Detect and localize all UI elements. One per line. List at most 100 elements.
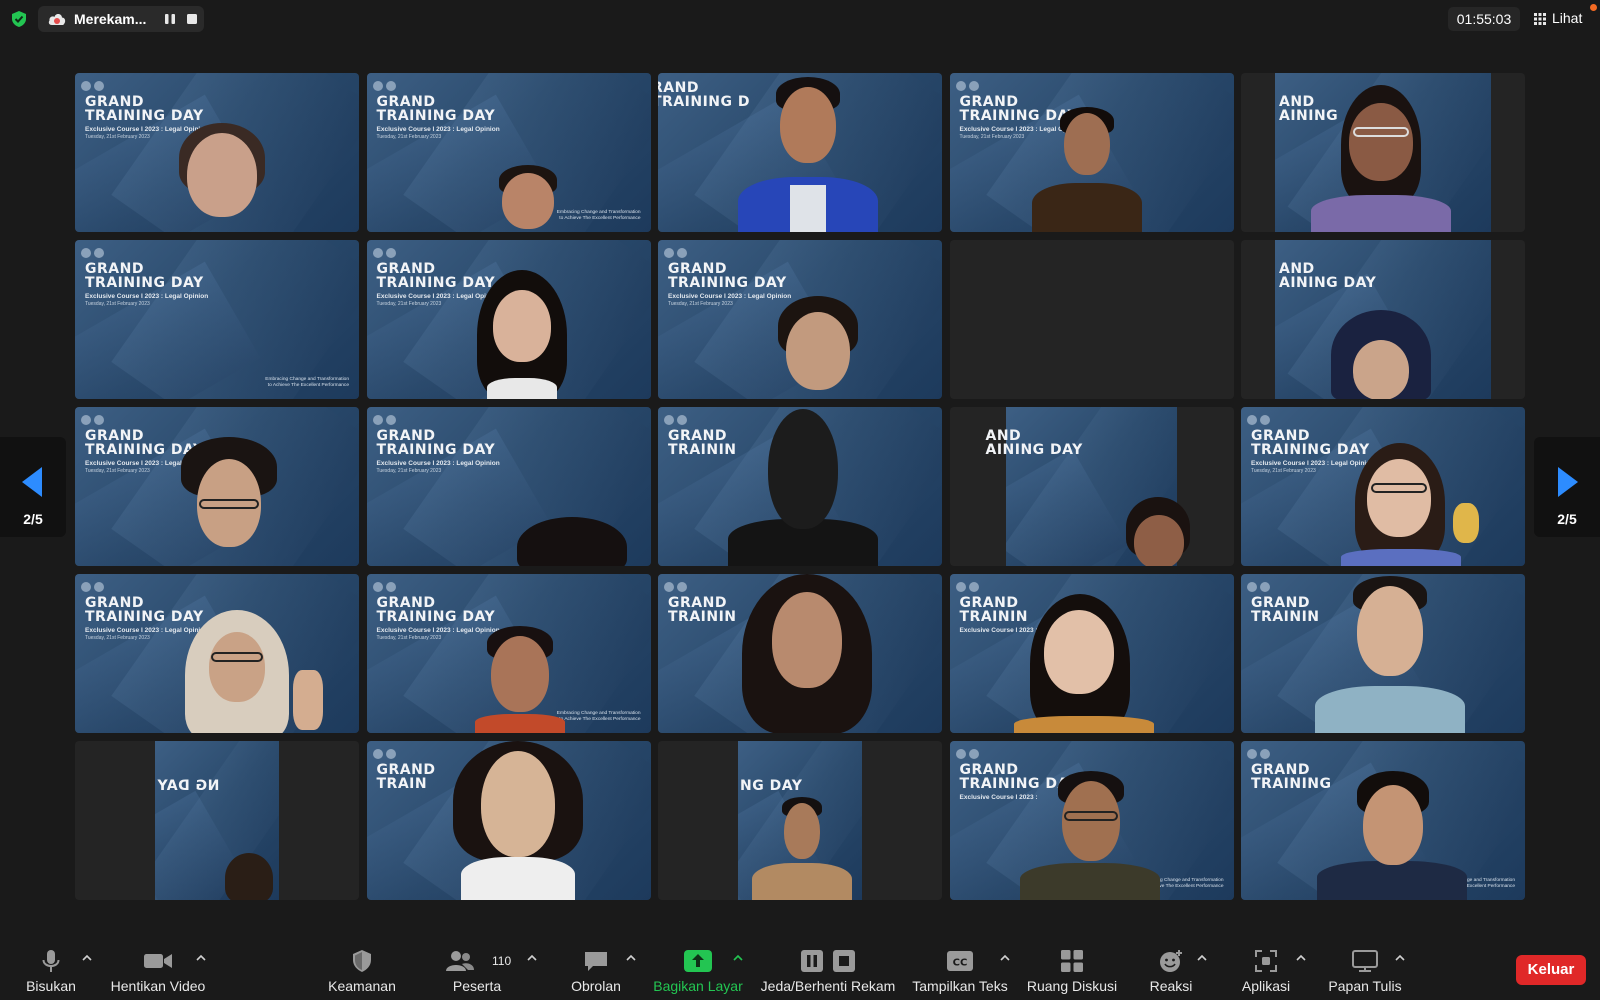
meeting-top-bar: Merekam... 01:55:03 Lihat — [0, 0, 1600, 38]
video-tile[interactable]: GRAND TRAININ — [1241, 574, 1525, 733]
chevron-up-icon[interactable] — [196, 954, 206, 961]
whiteboard-label: Papan Tulis — [1328, 978, 1402, 994]
banner-title-1: GRAND — [668, 595, 727, 611]
chevron-up-icon[interactable] — [733, 954, 743, 961]
chevron-up-icon[interactable] — [1296, 954, 1306, 961]
chevron-up-icon[interactable] — [626, 954, 636, 961]
banner-title-2: AINING DAY — [1279, 275, 1377, 291]
banner-title-2: TRAINING DAY — [376, 108, 496, 124]
video-tile[interactable]: GRAND TRAININ Exclusive Course I 2023 : … — [949, 574, 1234, 733]
view-button[interactable]: Lihat — [1528, 7, 1592, 31]
banner-date: Tuesday, 21st February 2023 — [376, 468, 442, 474]
logo-icons — [1247, 412, 1275, 425]
logo-icons — [1247, 579, 1275, 592]
banner-title-1: GRAND — [668, 428, 727, 444]
breakout-rooms-label: Ruang Diskusi — [1026, 978, 1118, 994]
banner-title-2: TRAININ — [668, 609, 737, 625]
pause-stop-recording-button[interactable]: Jeda/Berhenti Rekam — [758, 940, 898, 1000]
chat-label: Obrolan — [571, 978, 621, 994]
participant-video — [738, 77, 878, 232]
banner-subtitle: Exclusive Course I 2023 : Legal Opinion — [376, 460, 500, 467]
video-tile[interactable]: GRAND TRAINING DAY Exclusive Course I 20… — [1241, 407, 1525, 566]
microphone-icon — [42, 950, 60, 972]
chevron-up-icon[interactable] — [82, 954, 92, 961]
pause-icon — [801, 950, 823, 972]
banner-title-1: GRAND — [376, 428, 436, 444]
share-screen-button[interactable]: Bagikan Layar — [650, 940, 746, 1000]
mute-button[interactable]: Bisukan — [18, 940, 84, 1000]
chevron-up-icon[interactable] — [1000, 954, 1010, 961]
stop-recording-icon[interactable] — [184, 11, 200, 27]
chevron-up-icon[interactable] — [1197, 954, 1207, 961]
video-tile[interactable]: GRAND TRAINING DAY Exclusive Course I 20… — [75, 73, 359, 232]
video-tile[interactable]: GRAND TRAINING DAY Exclusive Course I 20… — [366, 240, 651, 399]
video-tile[interactable]: GRAND TRAINING DAY Exclusive Course I 20… — [366, 574, 651, 733]
video-tile[interactable]: NG DAY — [75, 741, 359, 900]
participant-video — [768, 296, 868, 399]
event-banner-mirrored: NG DAY — [157, 778, 219, 794]
whiteboard-button[interactable]: Papan Tulis — [1320, 940, 1410, 1000]
banner-title-1: AND — [985, 428, 1022, 444]
participant-video — [1341, 443, 1481, 566]
banner-title-1: RAND — [658, 80, 699, 96]
video-tile[interactable]: GRAND TRAININ — [658, 407, 942, 566]
video-tile[interactable]: GRAND TRAINING DAY Exclusive Course I 20… — [658, 240, 942, 399]
next-page-button[interactable]: 2/5 — [1534, 437, 1600, 537]
participants-icon — [446, 951, 474, 971]
pause-recording-icon[interactable] — [162, 11, 178, 27]
logo-icons — [372, 746, 401, 759]
event-banner: GRAND TRAINING DAY Exclusive Course I 20… — [377, 95, 500, 140]
meeting-timer: 01:55:03 — [1448, 7, 1520, 31]
security-button[interactable]: Keamanan — [320, 940, 404, 1000]
video-tile[interactable]: NG DAY — [658, 741, 942, 900]
participant-video — [225, 853, 275, 900]
video-tile[interactable]: GRAND TRAINING DAY Exclusive Course I 20… — [366, 407, 651, 566]
participant-video — [728, 409, 878, 566]
encryption-shield-icon[interactable] — [10, 10, 28, 28]
video-tile[interactable]: AND AINING — [1241, 73, 1525, 232]
logo-icons — [664, 579, 692, 592]
chevron-up-icon[interactable] — [527, 954, 537, 961]
banner-title-1: GRAND — [85, 261, 144, 277]
page-indicator: 2/5 — [1557, 511, 1577, 527]
leave-meeting-button[interactable]: Keluar — [1516, 955, 1586, 985]
share-screen-label: Bagikan Layar — [653, 978, 743, 994]
pause-stop-recording-label: Jeda/Berhenti Rekam — [760, 978, 896, 994]
video-tile[interactable]: GRAND TRAINING DAY Exclusive Course I 20… — [75, 407, 359, 566]
stop-video-button[interactable]: Hentikan Video — [104, 940, 212, 1000]
video-tile[interactable]: RAND TRAINING D — [658, 73, 942, 232]
video-tile[interactable]: GRAND TRAINING Embracing Change and Tran… — [1241, 741, 1525, 900]
show-captions-button[interactable]: CC Tampilkan Teks — [910, 940, 1010, 1000]
video-tile[interactable]: GRAND TRAINING DAY Exclusive Course I 20… — [949, 73, 1234, 232]
video-gallery: GRAND TRAINING DAY Exclusive Course I 20… — [75, 73, 1525, 903]
banner-title-2: TRAINING DAY — [376, 442, 496, 458]
reactions-button[interactable]: Reaksi — [1142, 940, 1200, 1000]
video-tile[interactable]: GRAND TRAIN — [366, 741, 651, 900]
banner-title-2: TRAINING DAY — [85, 275, 204, 291]
video-tile[interactable]: GRAND TRAINING DAY Exclusive Course I 20… — [75, 574, 359, 733]
banner-title-1: GRAND — [376, 762, 436, 778]
participants-button[interactable]: 110 Peserta — [440, 940, 514, 1000]
previous-page-button[interactable]: 2/5 — [0, 437, 66, 537]
notification-dot — [1590, 4, 1597, 11]
reactions-label: Reaksi — [1149, 978, 1193, 994]
logo-icons — [1247, 746, 1275, 759]
video-tile[interactable]: AND AINING DAY — [1241, 240, 1525, 399]
logo-icons — [372, 78, 401, 91]
participant-video — [452, 741, 583, 900]
video-tile[interactable]: AND AINING DAY — [949, 407, 1234, 566]
share-screen-icon — [684, 950, 712, 972]
apps-button[interactable]: Aplikasi — [1234, 940, 1298, 1000]
banner-title-1: GRAND — [668, 261, 727, 277]
video-tile-empty[interactable] — [949, 240, 1234, 399]
chat-button[interactable]: Obrolan — [562, 940, 630, 1000]
logo-icons — [955, 579, 984, 592]
video-tile[interactable]: GRAND TRAININ — [658, 574, 942, 733]
participant-video — [752, 797, 852, 900]
logo-icons — [81, 245, 109, 258]
breakout-rooms-button[interactable]: Ruang Diskusi — [1024, 940, 1120, 1000]
video-tile[interactable]: GRAND TRAINING DAY Exclusive Course I 20… — [75, 240, 359, 399]
chevron-up-icon[interactable] — [1395, 954, 1405, 961]
video-tile[interactable]: GRAND TRAINING DAY Exclusive Course I 20… — [366, 73, 651, 232]
video-tile[interactable]: GRAND TRAINING DAY Exclusive Course I 20… — [949, 741, 1234, 900]
